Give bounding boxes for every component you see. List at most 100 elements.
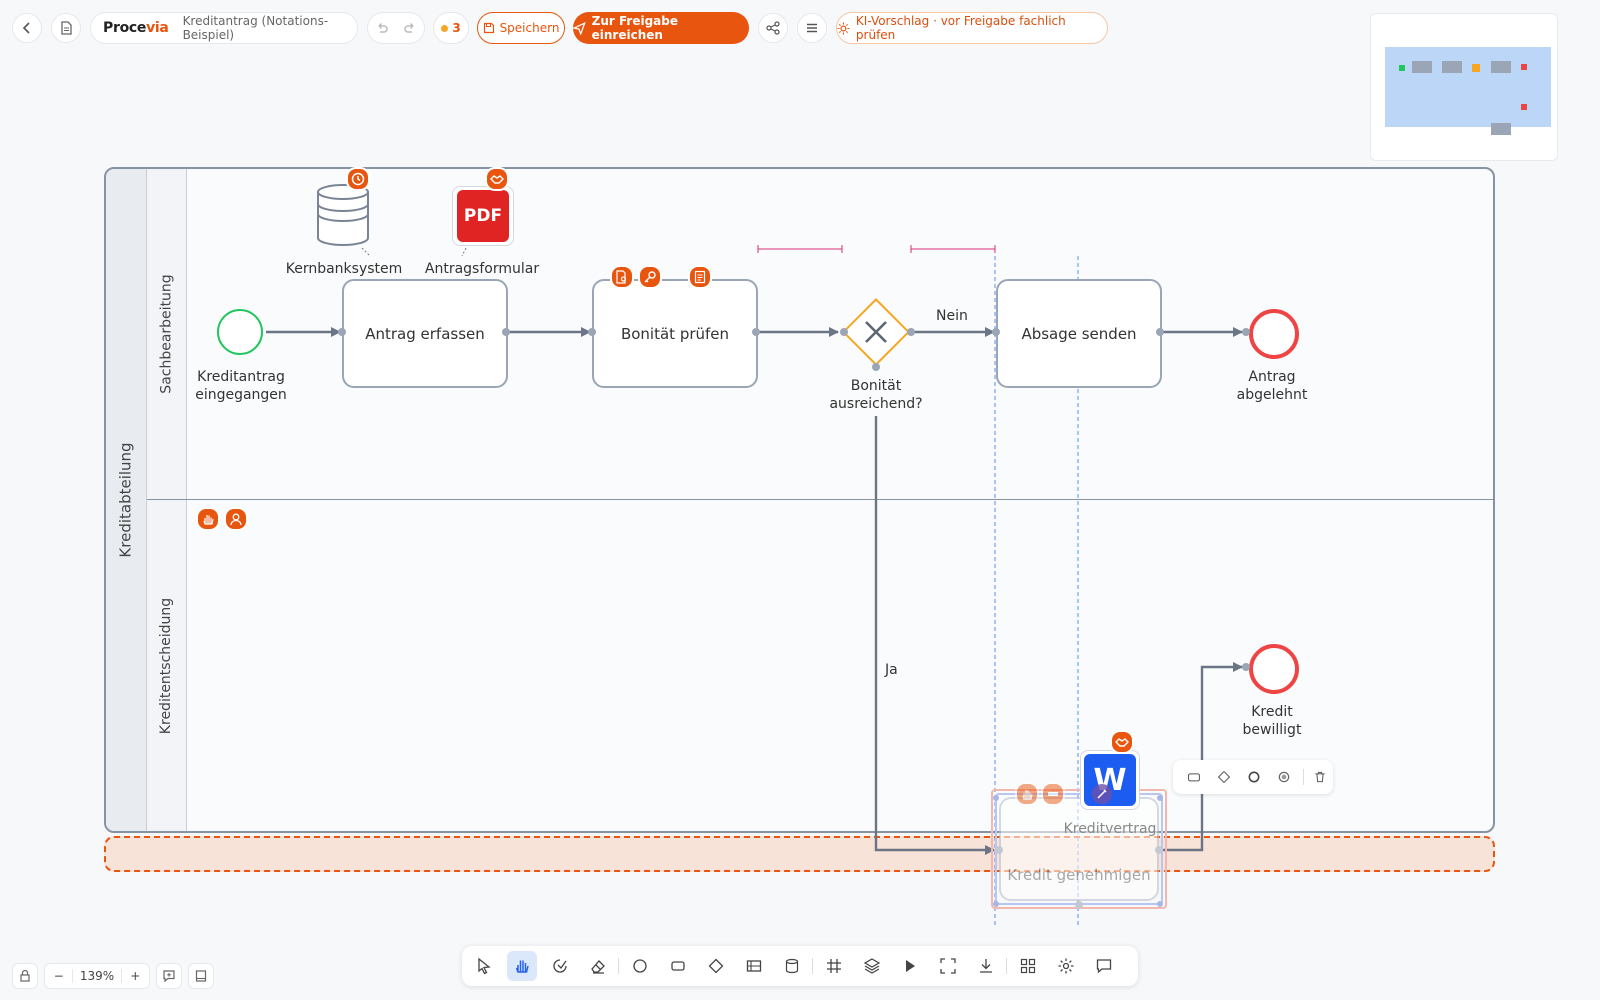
rectangle-icon: [1188, 773, 1200, 782]
user-badge-icon[interactable]: [224, 507, 248, 531]
eraser-icon: [591, 960, 605, 974]
connection-port[interactable]: [588, 328, 596, 336]
end-event-rejected[interactable]: [1249, 309, 1299, 359]
trash-icon: [1315, 771, 1325, 783]
append-gateway-button[interactable]: [1209, 762, 1239, 792]
data-object[interactable]: PDF: [452, 186, 514, 246]
resize-handle[interactable]: [1157, 901, 1163, 907]
hand-badge-icon[interactable]: [196, 507, 220, 531]
task-absage-senden[interactable]: Absage senden: [996, 279, 1162, 388]
handshake-badge-icon[interactable]: [1110, 730, 1134, 754]
divider: [1303, 769, 1304, 785]
resize-handle[interactable]: [993, 795, 999, 801]
connection-port[interactable]: [907, 328, 915, 336]
connection-port[interactable]: [840, 328, 848, 336]
circle-icon: [1248, 771, 1260, 783]
connection-port[interactable]: [502, 328, 510, 336]
hand-tool[interactable]: [507, 951, 537, 981]
export-button[interactable]: [971, 951, 1001, 981]
append-event-button[interactable]: [1239, 762, 1269, 792]
comments-button[interactable]: [1089, 951, 1119, 981]
diamond-icon: [1217, 770, 1231, 784]
connection-port[interactable]: [1075, 901, 1083, 909]
download-icon: [980, 959, 992, 973]
gear-icon: [1058, 958, 1074, 974]
clock-badge-icon[interactable]: [346, 167, 370, 191]
edit-badge-icon[interactable]: [1092, 784, 1112, 804]
connection-port[interactable]: [338, 328, 346, 336]
hand-badge-icon[interactable]: [1015, 782, 1039, 806]
connection-port[interactable]: [872, 363, 880, 371]
document-search-badge-icon[interactable]: [610, 265, 634, 289]
end-event-approved[interactable]: [1249, 644, 1299, 694]
create-gateway-tool[interactable]: [701, 951, 731, 981]
comment-add-icon: [163, 970, 175, 983]
hand-icon: [515, 960, 529, 973]
data-object-label: Antragsformular: [424, 261, 540, 277]
form-badge-icon[interactable]: [688, 265, 712, 289]
delete-button[interactable]: [1305, 762, 1335, 792]
lasso-icon: [553, 959, 567, 973]
layers-button[interactable]: [857, 951, 887, 981]
connection-port[interactable]: [992, 328, 1000, 336]
divider: [1006, 958, 1007, 974]
add-comment-button[interactable]: [156, 963, 182, 989]
panel-icon: [195, 970, 207, 982]
handshake-badge-icon[interactable]: [485, 167, 509, 191]
task-bonitaet-pruefen[interactable]: Bonität prüfen: [592, 279, 758, 388]
task-label: Bonität prüfen: [620, 324, 730, 343]
spacing-guides: [757, 245, 996, 253]
database-icon[interactable]: [316, 184, 370, 248]
create-event-tool[interactable]: [625, 951, 655, 981]
settings-button[interactable]: [1051, 951, 1081, 981]
grid-toggle[interactable]: [819, 951, 849, 981]
connection-port[interactable]: [1242, 328, 1250, 336]
zoom-level[interactable]: 139%: [73, 969, 120, 983]
connection-port[interactable]: [1155, 846, 1163, 854]
task-label: Antrag erfassen: [365, 324, 485, 343]
start-event-label: Kreditantrag eingegangen: [195, 369, 287, 403]
data-store-label: Kernbanksystem: [285, 261, 403, 277]
cursor-icon: [478, 957, 491, 975]
layers-icon: [863, 958, 881, 974]
select-tool[interactable]: [469, 951, 499, 981]
fullscreen-icon: [940, 958, 956, 974]
play-icon: [906, 960, 915, 972]
rectangle-icon: [671, 961, 685, 971]
grid-icon: [827, 959, 841, 973]
create-data-store-tool[interactable]: [777, 951, 807, 981]
resize-handle[interactable]: [993, 901, 999, 907]
append-task-button[interactable]: [1179, 762, 1209, 792]
task-antrag-erfassen[interactable]: Antrag erfassen: [342, 279, 508, 388]
create-task-tool[interactable]: [663, 951, 693, 981]
resize-handle[interactable]: [1157, 795, 1163, 801]
task-label: Kredit genehmigen: [1007, 866, 1151, 884]
pdf-icon: PDF: [457, 190, 509, 242]
zoom-out-button[interactable]: −: [45, 969, 74, 983]
zoom-in-button[interactable]: +: [120, 969, 149, 983]
eraser-tool[interactable]: [583, 951, 613, 981]
task-kredit-genehmigen[interactable]: Kredit genehmigen: [999, 797, 1159, 901]
simulate-button[interactable]: [895, 951, 925, 981]
end-event-approved-label: Kredit bewilligt: [1242, 704, 1302, 738]
lock-button[interactable]: [12, 963, 38, 989]
start-event[interactable]: [217, 309, 263, 355]
panel-toggle-button[interactable]: [188, 963, 214, 989]
connection-port[interactable]: [995, 846, 1003, 854]
fit-to-screen-button[interactable]: [933, 951, 963, 981]
key-badge-icon[interactable]: [638, 265, 662, 289]
apps-button[interactable]: [1013, 951, 1043, 981]
database-icon: [785, 958, 799, 974]
comment-icon: [1096, 959, 1112, 974]
tag-badge-icon[interactable]: [1041, 782, 1065, 806]
connection-port[interactable]: [752, 328, 760, 336]
flow-approve-to-end: [1160, 662, 1243, 852]
pool-icon: [746, 960, 762, 972]
lasso-tool[interactable]: [545, 951, 575, 981]
apps-icon: [1020, 958, 1036, 974]
connection-port[interactable]: [1156, 328, 1164, 336]
connection-port[interactable]: [1242, 663, 1250, 671]
append-end-event-button[interactable]: [1269, 762, 1299, 792]
create-pool-tool[interactable]: [739, 951, 769, 981]
flow-label-ja: Ja: [885, 662, 898, 678]
